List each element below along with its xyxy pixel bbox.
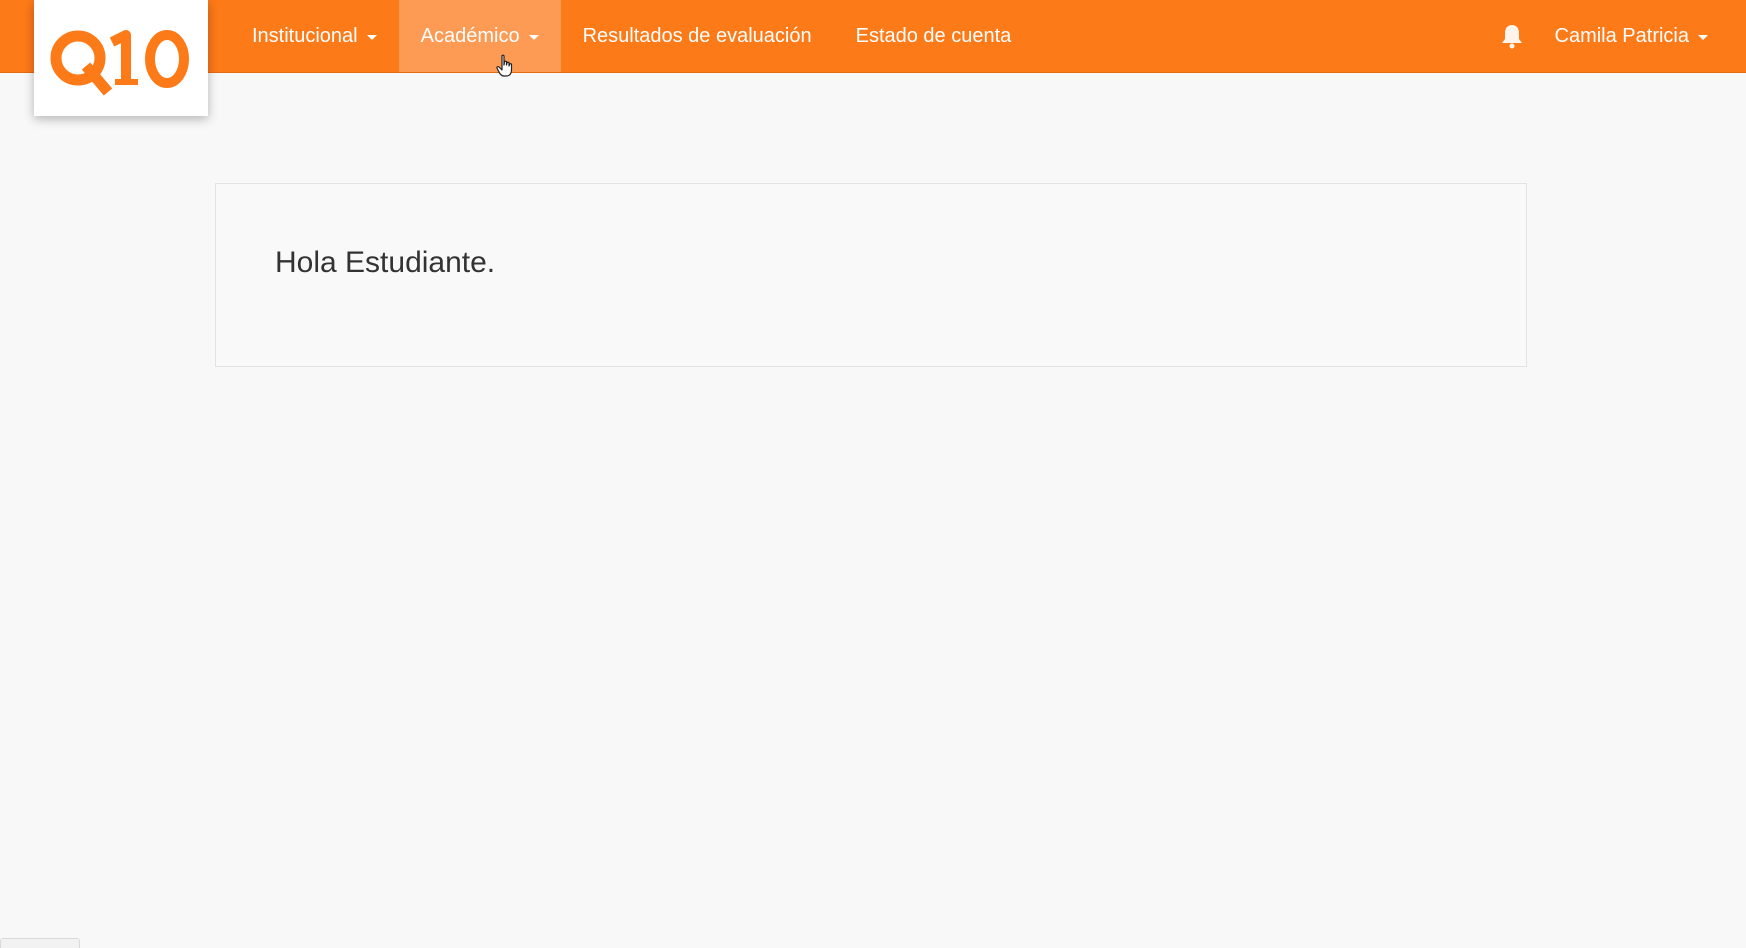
nav-item-label: Estado de cuenta (855, 24, 1012, 47)
q10-logo[interactable] (34, 0, 208, 116)
caret-down-icon (1698, 35, 1708, 40)
status-bar-tab (0, 938, 80, 948)
notifications-button[interactable] (1497, 21, 1527, 51)
user-name: Camila Patricia (1554, 24, 1689, 47)
top-navbar: Institucional Académico Resultados de ev… (0, 0, 1746, 116)
nav-item-label: Académico (420, 24, 520, 47)
nav-item-academico[interactable]: Académico (398, 0, 561, 72)
nav-item-label: Institucional (252, 24, 358, 47)
welcome-panel: Hola Estudiante. (215, 183, 1527, 367)
nav-item-resultados-evaluacion[interactable]: Resultados de evaluación (561, 0, 834, 72)
nav-item-label: Resultados de evaluación (582, 24, 812, 47)
bell-icon (1501, 25, 1522, 49)
main-nav: Institucional Académico Resultados de ev… (230, 0, 1033, 72)
caret-down-icon (528, 35, 539, 40)
welcome-message: Hola Estudiante. (275, 246, 496, 279)
nav-item-institucional[interactable]: Institucional (230, 0, 399, 72)
nav-right: Camila Patricia (1497, 0, 1746, 72)
caret-down-icon (366, 35, 377, 40)
nav-item-estado-cuenta[interactable]: Estado de cuenta (834, 0, 1034, 72)
user-menu[interactable]: Camila Patricia (1555, 25, 1746, 48)
q10-logo-icon (50, 30, 189, 96)
